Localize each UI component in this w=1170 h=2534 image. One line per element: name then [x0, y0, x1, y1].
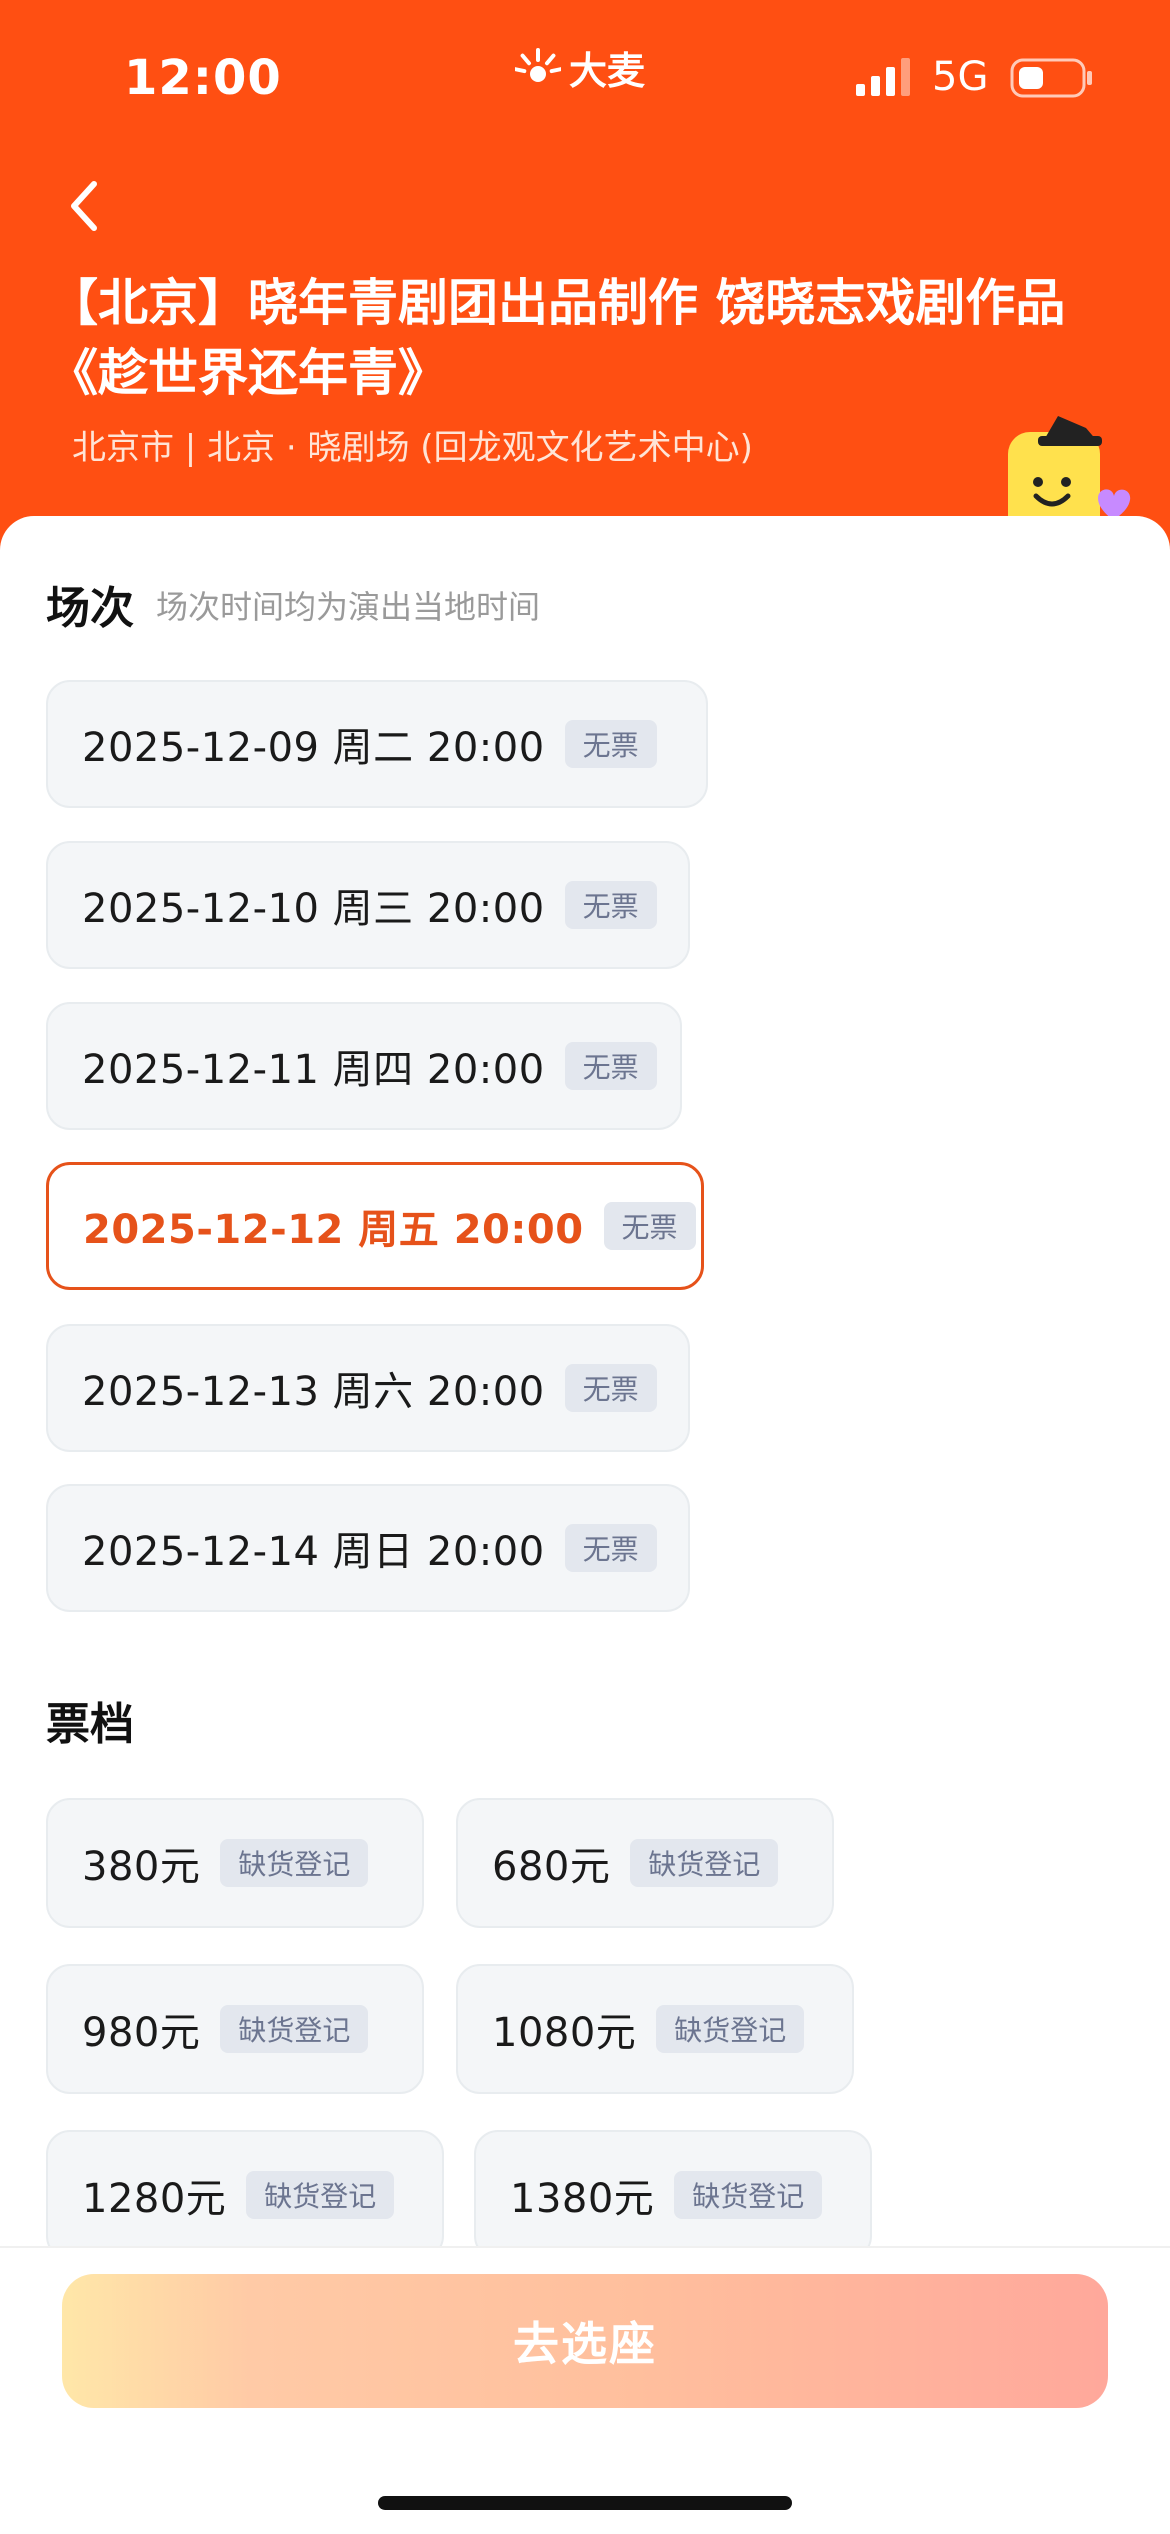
choose-seat-button[interactable]: 去选座 — [62, 2274, 1108, 2408]
status-time: 12:00 — [124, 50, 282, 106]
price-label: 1280元 — [82, 2176, 227, 2222]
sold-out-tag: 无票 — [564, 1042, 657, 1090]
sold-out-tag: 无票 — [564, 881, 657, 929]
waitlist-tag: 缺货登记 — [220, 2005, 369, 2053]
back-button[interactable] — [56, 176, 112, 236]
waitlist-tag: 缺货登记 — [630, 1839, 779, 1887]
sold-out-tag: 无票 — [603, 1202, 696, 1250]
damai-logo-icon — [515, 48, 561, 82]
price-label: 680元 — [492, 1844, 611, 1890]
event-venue: 北京市 | 北京 · 晓剧场 (回龙观文化艺术中心) — [72, 428, 753, 468]
network-type: 5G — [932, 54, 989, 100]
session-label: 2025-12-10 周三 20:00 — [82, 886, 545, 932]
status-bar: 12:00 大麦 5G — [0, 0, 1170, 150]
session-label: 2025-12-09 周二 20:00 — [82, 725, 545, 771]
price-tier-chip[interactable]: 1280元 缺货登记 — [46, 2130, 444, 2260]
event-header: 12:00 大麦 5G 【北京】晓年青剧团出品制作 饶晓志戏剧作品《趁世界还年青… — [0, 0, 1170, 560]
event-title: 【北京】晓年青剧团出品制作 饶晓志戏剧作品《趁世界还年青》 — [48, 274, 1066, 402]
home-indicator — [378, 2496, 792, 2510]
sessions-note: 场次时间均为演出当地时间 — [156, 588, 541, 626]
session-label: 2025-12-13 周六 20:00 — [82, 1369, 545, 1415]
session-label: 2025-12-12 周五 20:00 — [83, 1207, 584, 1253]
price-tier-chip[interactable]: 980元 缺货登记 — [46, 1964, 424, 2094]
waitlist-tag: 缺货登记 — [656, 2005, 805, 2053]
cellular-signal-icon — [856, 58, 910, 96]
session-chip[interactable]: 2025-12-11 周四 20:00 无票 — [46, 1002, 682, 1130]
sessions-title: 场次 — [46, 583, 134, 634]
price-tier-chip[interactable]: 1080元 缺货登记 — [456, 1964, 854, 2094]
session-chip[interactable]: 2025-12-13 周六 20:00 无票 — [46, 1324, 690, 1452]
session-label: 2025-12-14 周日 20:00 — [82, 1529, 545, 1575]
price-label: 380元 — [82, 1844, 201, 1890]
price-tier-chip[interactable]: 380元 缺货登记 — [46, 1798, 424, 1928]
session-chip[interactable]: 2025-12-09 周二 20:00 无票 — [46, 680, 708, 808]
price-tier-chip[interactable]: 1380元 缺货登记 — [474, 2130, 872, 2260]
session-chip[interactable]: 2025-12-10 周三 20:00 无票 — [46, 841, 690, 969]
price-tier-chip[interactable]: 680元 缺货登记 — [456, 1798, 834, 1928]
session-chip[interactable]: 2025-12-14 周日 20:00 无票 — [46, 1484, 690, 1612]
waitlist-tag: 缺货登记 — [246, 2171, 395, 2219]
selection-sheet: 场次 场次时间均为演出当地时间 2025-12-09 周二 20:00 无票 2… — [0, 516, 1170, 2260]
price-label: 1080元 — [492, 2010, 637, 2056]
session-chip-selected[interactable]: 2025-12-12 周五 20:00 无票 — [46, 1162, 704, 1290]
sold-out-tag: 无票 — [564, 720, 657, 768]
waitlist-tag: 缺货登记 — [674, 2171, 823, 2219]
session-label: 2025-12-11 周四 20:00 — [82, 1047, 545, 1093]
sold-out-tag: 无票 — [564, 1524, 657, 1572]
brand: 大麦 — [515, 42, 646, 93]
price-label: 1380元 — [510, 2176, 655, 2222]
battery-icon — [1010, 58, 1092, 98]
price-label: 980元 — [82, 2010, 201, 2056]
brand-name: 大麦 — [569, 48, 646, 93]
bottom-action-bar: 去选座 — [0, 2246, 1170, 2534]
sold-out-tag: 无票 — [564, 1364, 657, 1412]
waitlist-tag: 缺货登记 — [220, 1839, 369, 1887]
chevron-left-icon — [71, 181, 97, 231]
tiers-title: 票档 — [46, 1699, 134, 1750]
